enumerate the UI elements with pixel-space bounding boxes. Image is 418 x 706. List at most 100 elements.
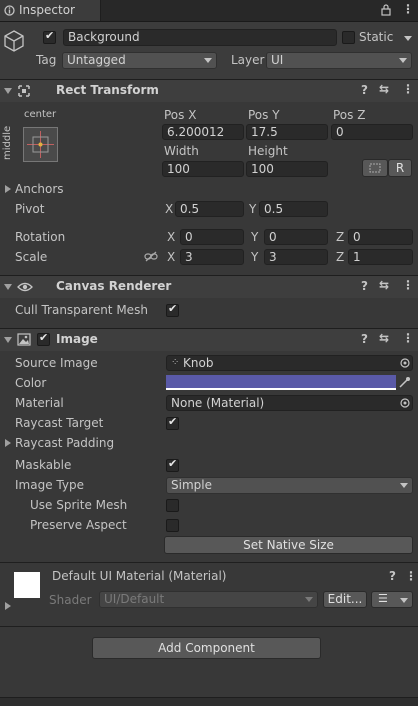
- layer-dropdown[interactable]: UI: [266, 52, 412, 69]
- color-swatch[interactable]: [166, 375, 396, 390]
- anchors-foldout-icon[interactable]: [5, 185, 11, 193]
- width-input[interactable]: 100: [162, 161, 244, 177]
- anchors-label[interactable]: Anchors: [15, 182, 64, 196]
- shader-label: Shader: [49, 593, 92, 607]
- image-type-dropdown[interactable]: Simple: [166, 477, 413, 494]
- gameobject-active-checkbox[interactable]: ✔: [43, 29, 56, 44]
- help-icon[interactable]: ?: [361, 279, 368, 293]
- maskable-checkbox[interactable]: ✔: [166, 457, 179, 472]
- material-preview-thumbnail: [14, 572, 40, 598]
- material-field[interactable]: None (Material): [166, 395, 413, 411]
- lock-icon[interactable]: [381, 4, 391, 16]
- chevron-down-icon: [305, 597, 313, 602]
- image-header[interactable]: ✔ Image ? ⇆ ⋮: [0, 328, 418, 351]
- material-preview-title: Default UI Material (Material): [52, 569, 227, 583]
- scale-y-input[interactable]: 3: [264, 249, 328, 265]
- constrain-proportions-link-icon[interactable]: [144, 251, 158, 262]
- material-value: None (Material): [171, 396, 265, 410]
- pos-x-input[interactable]: 6.200012: [162, 124, 244, 140]
- help-icon[interactable]: ?: [389, 569, 396, 583]
- height-input[interactable]: 100: [246, 161, 328, 177]
- pos-y-input[interactable]: 17.5: [246, 124, 328, 140]
- raycast-padding-foldout-icon[interactable]: [5, 439, 11, 447]
- object-picker-icon[interactable]: [400, 358, 410, 368]
- tag-dropdown[interactable]: Untagged: [62, 52, 217, 69]
- image-component-icon: [17, 333, 31, 346]
- pos-x-label: Pos X: [164, 108, 197, 122]
- foldout-arrow-icon[interactable]: [4, 284, 12, 290]
- pivot-x-input[interactable]: 0.5: [175, 201, 244, 217]
- foldout-arrow-icon[interactable]: [4, 88, 12, 94]
- help-icon[interactable]: ?: [361, 83, 368, 97]
- material-separator: [0, 562, 418, 563]
- edit-shader-button[interactable]: Edit...: [323, 591, 367, 608]
- source-image-label: Source Image: [15, 356, 98, 370]
- pos-z-input[interactable]: 0: [331, 124, 413, 140]
- pivot-label: Pivot: [15, 202, 45, 216]
- tag-label: Tag: [36, 53, 57, 67]
- eyedropper-icon[interactable]: [399, 376, 411, 388]
- layer-label: Layer: [231, 53, 265, 67]
- source-image-field[interactable]: ⁘ Knob: [166, 355, 413, 371]
- tab-menu-icon[interactable]: ⋮: [402, 2, 414, 16]
- scale-x-input[interactable]: 3: [180, 249, 244, 265]
- cull-transparent-mesh-label: Cull Transparent Mesh: [15, 303, 148, 317]
- rect-transform-title: Rect Transform: [56, 83, 159, 97]
- rotation-x-input[interactable]: 0: [180, 229, 244, 245]
- raw-edit-button[interactable]: R: [388, 159, 412, 177]
- help-icon[interactable]: ?: [361, 332, 368, 346]
- rotation-z-input[interactable]: 0: [348, 229, 413, 245]
- object-picker-icon[interactable]: [400, 398, 410, 408]
- cull-transparent-mesh-checkbox[interactable]: ✔: [166, 302, 179, 317]
- scale-label: Scale: [15, 250, 48, 264]
- presets-icon[interactable]: ⇆: [379, 278, 389, 292]
- source-image-value: Knob: [183, 356, 214, 370]
- chevron-down-icon: [399, 58, 407, 63]
- static-checkbox[interactable]: [342, 31, 355, 44]
- gameobject-header: ✔ Background Static Tag Untagged Layer U…: [0, 22, 418, 80]
- list-icon: ☰: [378, 592, 388, 605]
- layer-value: UI: [271, 53, 284, 67]
- material-menu-icon[interactable]: ⋮: [405, 569, 417, 583]
- component-menu-icon[interactable]: ⋮: [402, 331, 414, 345]
- shader-options-button[interactable]: ☰: [371, 591, 413, 608]
- presets-icon[interactable]: ⇆: [379, 331, 389, 345]
- presets-icon[interactable]: ⇆: [379, 82, 389, 96]
- use-sprite-mesh-checkbox[interactable]: [166, 499, 179, 512]
- image-enabled-checkbox[interactable]: ✔: [37, 331, 50, 346]
- component-menu-icon[interactable]: ⋮: [402, 82, 414, 96]
- pivot-y-label: Y: [249, 202, 257, 216]
- inspector-tab-bar: Inspector ⋮: [0, 0, 418, 22]
- chevron-down-icon: [400, 483, 408, 488]
- preserve-aspect-checkbox[interactable]: [166, 519, 179, 532]
- pos-y-label: Pos Y: [248, 108, 280, 122]
- foldout-arrow-icon[interactable]: [4, 337, 12, 343]
- canvas-renderer-title: Canvas Renderer: [56, 279, 172, 293]
- height-label: Height: [248, 144, 288, 158]
- raycast-padding-label[interactable]: Raycast Padding: [15, 436, 114, 450]
- shader-dropdown[interactable]: UI/Default: [99, 591, 318, 608]
- anchor-presets-button[interactable]: [23, 127, 58, 162]
- set-native-size-button[interactable]: Set Native Size: [164, 536, 413, 554]
- raycast-target-checkbox[interactable]: ✔: [166, 415, 179, 430]
- static-label: Static: [359, 30, 394, 44]
- blueprint-mode-button[interactable]: [362, 159, 388, 177]
- static-dropdown-arrow-icon[interactable]: [404, 36, 412, 41]
- maskable-label: Maskable: [15, 458, 72, 472]
- canvas-renderer-header[interactable]: Canvas Renderer ? ⇆ ⋮: [0, 275, 418, 298]
- eye-icon: [17, 282, 33, 292]
- scale-z-input[interactable]: 1: [348, 249, 413, 265]
- add-component-separator: [0, 626, 418, 627]
- inspector-tab[interactable]: Inspector: [0, 0, 101, 21]
- use-sprite-mesh-label: Use Sprite Mesh: [30, 498, 128, 512]
- pivot-y-input[interactable]: 0.5: [259, 201, 328, 217]
- sprite-icon: ⁘: [171, 357, 180, 368]
- pos-z-label: Pos Z: [333, 108, 366, 122]
- width-label: Width: [164, 144, 199, 158]
- material-foldout-icon[interactable]: [5, 602, 11, 610]
- component-menu-icon[interactable]: ⋮: [402, 278, 414, 292]
- rect-transform-header[interactable]: Rect Transform ? ⇆ ⋮: [0, 79, 418, 102]
- gameobject-name-input[interactable]: Background: [63, 29, 337, 46]
- rotation-y-input[interactable]: 0: [264, 229, 328, 245]
- add-component-button[interactable]: Add Component: [92, 637, 321, 659]
